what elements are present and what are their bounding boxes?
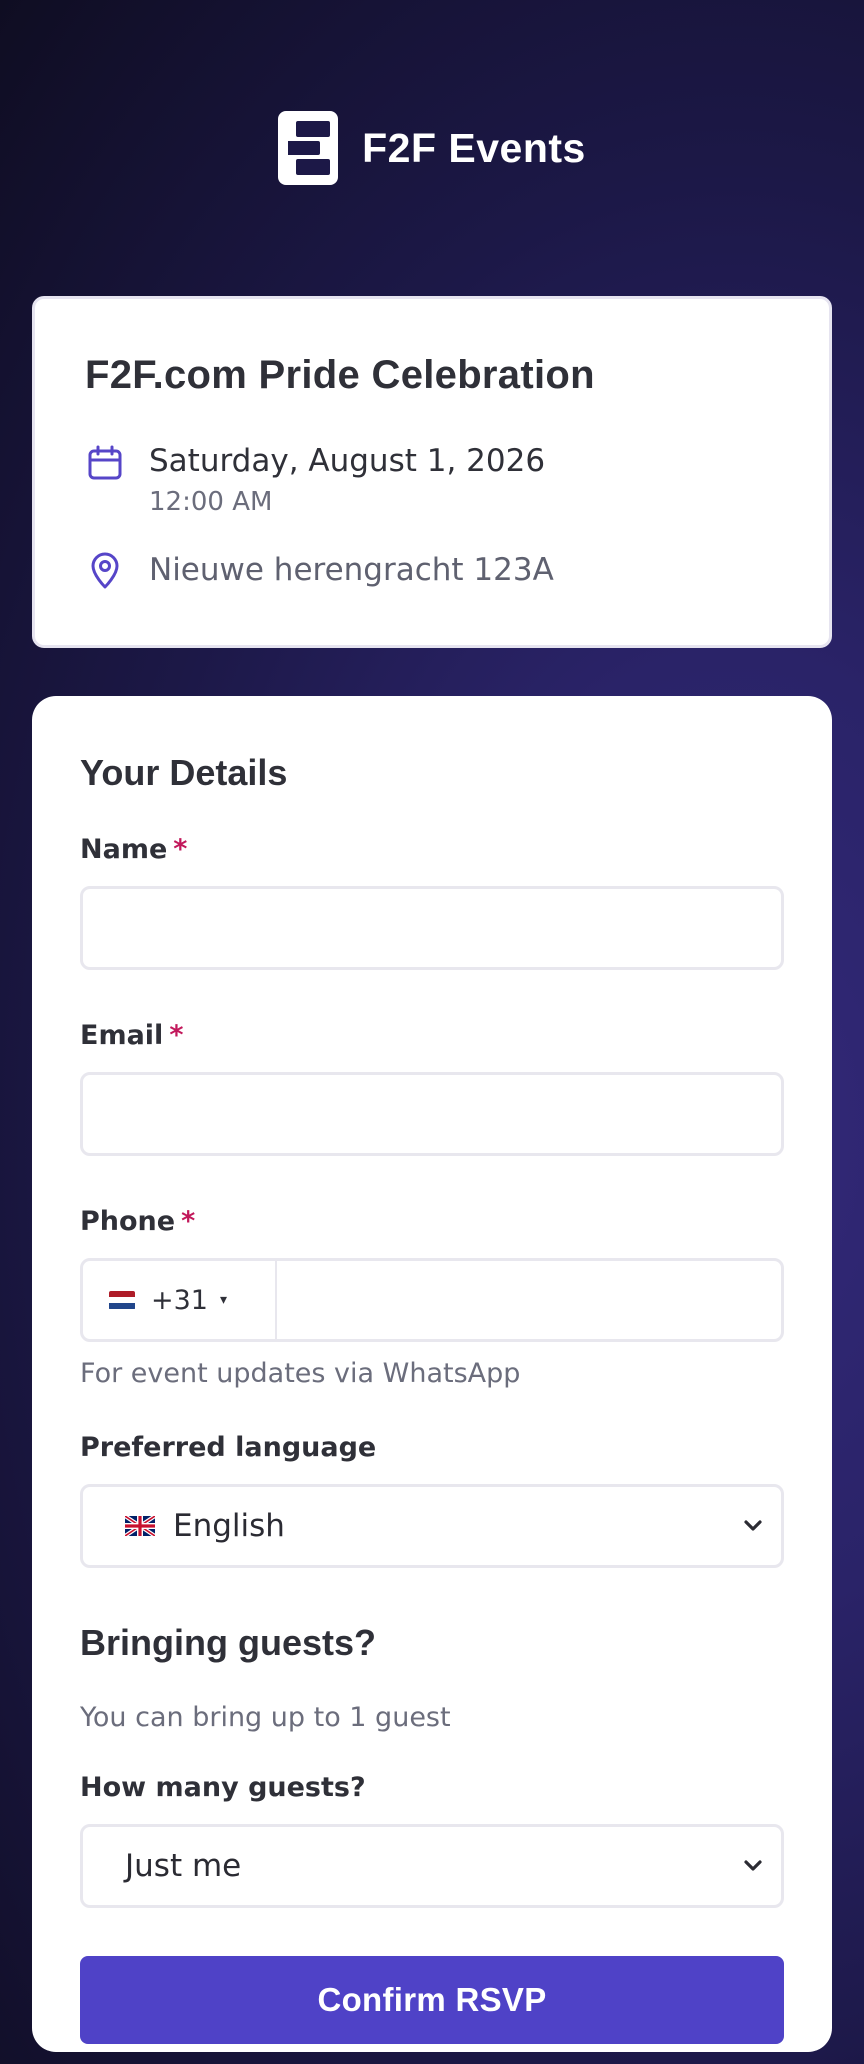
dial-code: +31 (151, 1284, 208, 1316)
chevron-down-icon (744, 1520, 762, 1531)
confirm-rsvp-button[interactable]: Confirm RSVP (80, 1956, 784, 2044)
event-location[interactable]: Nieuwe herengracht 123A (149, 550, 554, 590)
caret-down-icon: ▾ (219, 1292, 228, 1308)
email-field-group: Email * (80, 1018, 784, 1156)
rsvp-form-card: Your Details Name* Email* Phone* +31 (32, 696, 832, 2052)
chevron-down-icon (744, 1860, 762, 1871)
language-select[interactable]: English (80, 1484, 784, 1568)
name-field-group: Name * (80, 832, 784, 970)
details-section-title: Your Details (80, 752, 288, 793)
phone-label-text: Phone (80, 1206, 176, 1237)
country-code-picker[interactable]: +31 ▾ (83, 1261, 277, 1339)
event-time: 12:00 AM (149, 487, 273, 517)
uk-flag-icon (125, 1516, 155, 1536)
required-marker: * (173, 834, 188, 865)
phone-label: Phone * (80, 1204, 784, 1240)
app-header: F2F Events (0, 108, 864, 188)
calendar-icon (88, 445, 122, 480)
required-marker: * (181, 1206, 196, 1237)
phone-hint: For event updates via WhatsApp (80, 1358, 521, 1389)
event-title: F2F.com Pride Celebration (85, 353, 595, 397)
name-input[interactable] (80, 886, 784, 970)
required-marker: * (169, 1020, 184, 1051)
guests-selected-value: Just me (125, 1848, 242, 1884)
email-input[interactable] (80, 1072, 784, 1156)
phone-input[interactable] (277, 1261, 781, 1339)
netherlands-flag-icon (109, 1290, 135, 1310)
guests-field-group: How many guests? Just me (80, 1770, 784, 1908)
guests-label: How many guests? (80, 1772, 366, 1803)
event-date: Saturday, August 1, 2026 (149, 443, 546, 479)
event-card: F2F.com Pride Celebration Saturday, Augu… (32, 296, 832, 648)
guests-select[interactable]: Just me (80, 1824, 784, 1908)
email-label: Email * (80, 1018, 784, 1054)
guests-note: You can bring up to 1 guest (80, 1702, 451, 1733)
event-datetime: Saturday, August 1, 2026 12:00 AM (149, 441, 545, 519)
guests-section-title: Bringing guests? (80, 1622, 376, 1663)
brand-name: F2F Events (362, 124, 586, 171)
phone-field-group: Phone * +31 ▾ For event updates via Whats… (80, 1204, 784, 1392)
language-selected-value: English (173, 1508, 285, 1544)
email-label-text: Email (80, 1020, 164, 1051)
language-field-group: Preferred language English (80, 1430, 784, 1568)
event-date-row: Saturday, August 1, 2026 12:00 AM (85, 441, 781, 519)
name-label-text: Name (80, 834, 168, 865)
name-label: Name * (80, 832, 784, 868)
language-label: Preferred language (80, 1432, 377, 1463)
event-location-row: Nieuwe herengracht 123A (85, 549, 781, 591)
f2f-logo-icon (278, 111, 339, 185)
phone-input-group: +31 ▾ (80, 1258, 784, 1342)
map-pin-icon (91, 552, 119, 589)
